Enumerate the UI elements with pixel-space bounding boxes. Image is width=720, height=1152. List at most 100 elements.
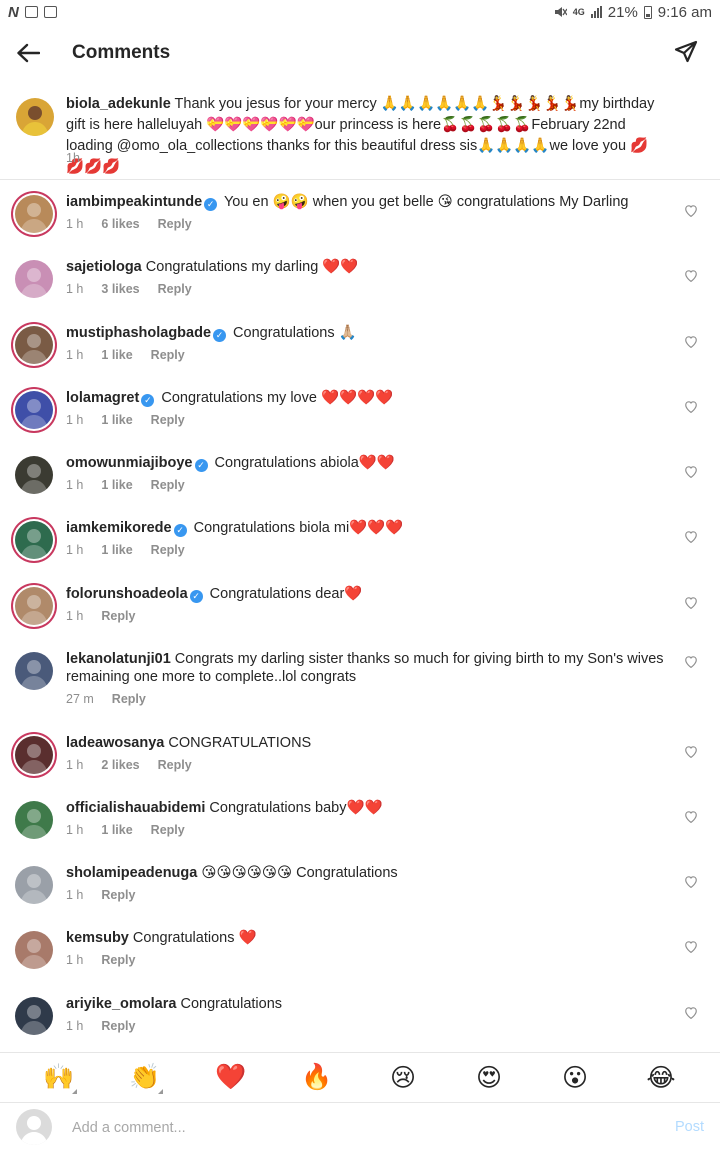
post-button[interactable]: Post xyxy=(675,1119,704,1135)
reaction-emoji-button[interactable]: ❤️ xyxy=(209,1056,253,1100)
comment-text: iambimpeakintunde ✓ You en 🤪🤪 when you ge… xyxy=(66,193,666,211)
comment-likes[interactable]: 1 like xyxy=(101,543,132,557)
comment-row: folorunshoadeola ✓ Congratulations dear❤️… xyxy=(0,572,720,637)
heart-outline-icon xyxy=(685,941,697,954)
reply-button[interactable]: Reply xyxy=(151,478,185,492)
like-comment-button[interactable] xyxy=(684,655,698,669)
avatar[interactable] xyxy=(15,866,53,905)
share-button[interactable] xyxy=(674,40,702,68)
comment-username[interactable]: lolamagret xyxy=(66,390,139,406)
comment-body: Congratulations my love ❤️❤️❤️❤️ xyxy=(157,389,394,406)
comment-time: 1 h xyxy=(66,412,84,427)
reaction-emoji-button[interactable]: 😍 xyxy=(467,1056,511,1100)
reaction-emoji-button[interactable]: 😢 xyxy=(381,1056,425,1100)
reaction-emoji-button[interactable]: 👏 xyxy=(123,1056,167,1100)
avatar[interactable] xyxy=(15,521,53,560)
avatar[interactable] xyxy=(15,195,53,233)
reply-button[interactable]: Reply xyxy=(151,413,185,427)
comment-row: iamkemikorede ✓ Congratulations biola mi❤… xyxy=(0,506,720,571)
comment-row: kemsuby Congratulations ❤️ 1 h Reply xyxy=(0,916,720,981)
comment-likes[interactable]: 1 like xyxy=(101,348,132,362)
reaction-emoji-button[interactable]: 😮 xyxy=(553,1056,597,1100)
comment-text: sajetiologa Congratulations my darling ❤… xyxy=(66,258,666,276)
comment-username[interactable]: kemsuby xyxy=(66,930,129,946)
comment-username[interactable]: mustiphasholagbade xyxy=(66,325,211,341)
comment-username[interactable]: omowunmiajiboye xyxy=(66,455,193,471)
avatar[interactable] xyxy=(15,456,53,495)
reply-button[interactable]: Reply xyxy=(158,758,192,772)
status-right: 4G 21% 9:16 am xyxy=(553,4,712,21)
reply-button[interactable]: Reply xyxy=(101,953,135,967)
like-comment-button[interactable] xyxy=(684,875,698,889)
avatar[interactable] xyxy=(15,735,53,774)
like-comment-button[interactable] xyxy=(684,204,698,218)
like-comment-button[interactable] xyxy=(684,940,698,954)
comment-time: 1 h xyxy=(66,953,84,968)
reaction-emoji-button[interactable]: 😂 xyxy=(639,1056,683,1100)
comment-username[interactable]: sajetiologa xyxy=(66,259,142,275)
comment-time: 1 h xyxy=(66,543,84,558)
reaction-emoji-button[interactable]: 🔥 xyxy=(295,1056,339,1100)
comment-likes[interactable]: 3 likes xyxy=(101,282,139,296)
heart-outline-icon xyxy=(685,466,697,479)
comment-input[interactable] xyxy=(72,1113,632,1143)
avatar[interactable] xyxy=(16,98,54,136)
like-comment-button[interactable] xyxy=(684,400,698,414)
reply-button[interactable]: Reply xyxy=(112,692,146,706)
comment-likes[interactable]: 1 like xyxy=(101,413,132,427)
like-comment-button[interactable] xyxy=(684,1006,698,1020)
reply-button[interactable]: Reply xyxy=(158,217,192,231)
like-comment-button[interactable] xyxy=(684,335,698,349)
comment-username[interactable]: iamkemikorede xyxy=(66,520,172,536)
reaction-emoji: ❤️ xyxy=(215,1063,247,1091)
like-comment-button[interactable] xyxy=(684,269,698,283)
like-comment-button[interactable] xyxy=(684,596,698,610)
reply-button[interactable]: Reply xyxy=(101,609,135,623)
reply-button[interactable]: Reply xyxy=(101,1019,135,1033)
avatar[interactable] xyxy=(15,390,53,429)
back-button[interactable] xyxy=(0,24,56,82)
comment-username[interactable]: iambimpeakintunde xyxy=(66,194,202,210)
comment-username[interactable]: ariyike_omolara xyxy=(66,996,176,1012)
caption-time: 1h xyxy=(66,151,80,165)
image-icon xyxy=(24,6,38,18)
avatar[interactable] xyxy=(15,260,53,299)
avatar[interactable] xyxy=(15,931,53,970)
comment-username[interactable]: folorunshoadeola xyxy=(66,586,188,602)
comment-username[interactable]: ladeawosanya xyxy=(66,735,164,751)
comment-likes[interactable]: 2 likes xyxy=(101,758,139,772)
caption-username[interactable]: biola_adekunle xyxy=(66,96,171,112)
comment-likes[interactable]: 1 like xyxy=(101,823,132,837)
avatar[interactable] xyxy=(15,800,53,839)
skin-tone-indicator-icon xyxy=(158,1088,163,1094)
reply-button[interactable]: Reply xyxy=(151,823,185,837)
like-comment-button[interactable] xyxy=(684,530,698,544)
avatar[interactable] xyxy=(15,586,53,625)
comment-body: Congratulations abiola❤️❤️ xyxy=(210,455,395,472)
comment-time: 1 h xyxy=(66,1018,84,1033)
reaction-emoji: 😢 xyxy=(389,1063,417,1092)
status-bar: N 4G 21% 9:16 am xyxy=(0,0,720,24)
reply-button[interactable]: Reply xyxy=(151,348,185,362)
like-comment-button[interactable] xyxy=(684,745,698,759)
comment-likes[interactable]: 6 likes xyxy=(101,217,139,231)
avatar[interactable] xyxy=(15,652,53,691)
comment-username[interactable]: lekanolatunji01 xyxy=(66,651,171,667)
heart-outline-icon xyxy=(685,401,697,413)
comment-username[interactable]: officialishauabidemi xyxy=(66,800,205,816)
comment-meta: 1 h 3 likes Reply xyxy=(66,282,192,296)
network-4g-icon: 4G xyxy=(572,7,585,17)
comment-likes[interactable]: 1 like xyxy=(101,478,132,492)
comment-username[interactable]: sholamipeadenuga xyxy=(66,865,197,881)
avatar[interactable] xyxy=(15,996,53,1035)
reply-button[interactable]: Reply xyxy=(158,282,192,296)
like-comment-button[interactable] xyxy=(684,810,698,824)
like-comment-button[interactable] xyxy=(684,465,698,479)
reply-button[interactable]: Reply xyxy=(101,888,135,902)
avatar[interactable] xyxy=(15,325,53,364)
reaction-emoji-button[interactable]: 🙌 xyxy=(37,1056,81,1100)
comment-text: officialishauabidemi Congratulations bab… xyxy=(66,799,666,817)
comment-text: lolamagret ✓ Congratulations my love ❤️❤️… xyxy=(66,389,666,407)
comment-body: Congratulations biola mi❤️❤️❤️ xyxy=(189,520,404,537)
reply-button[interactable]: Reply xyxy=(151,543,185,557)
